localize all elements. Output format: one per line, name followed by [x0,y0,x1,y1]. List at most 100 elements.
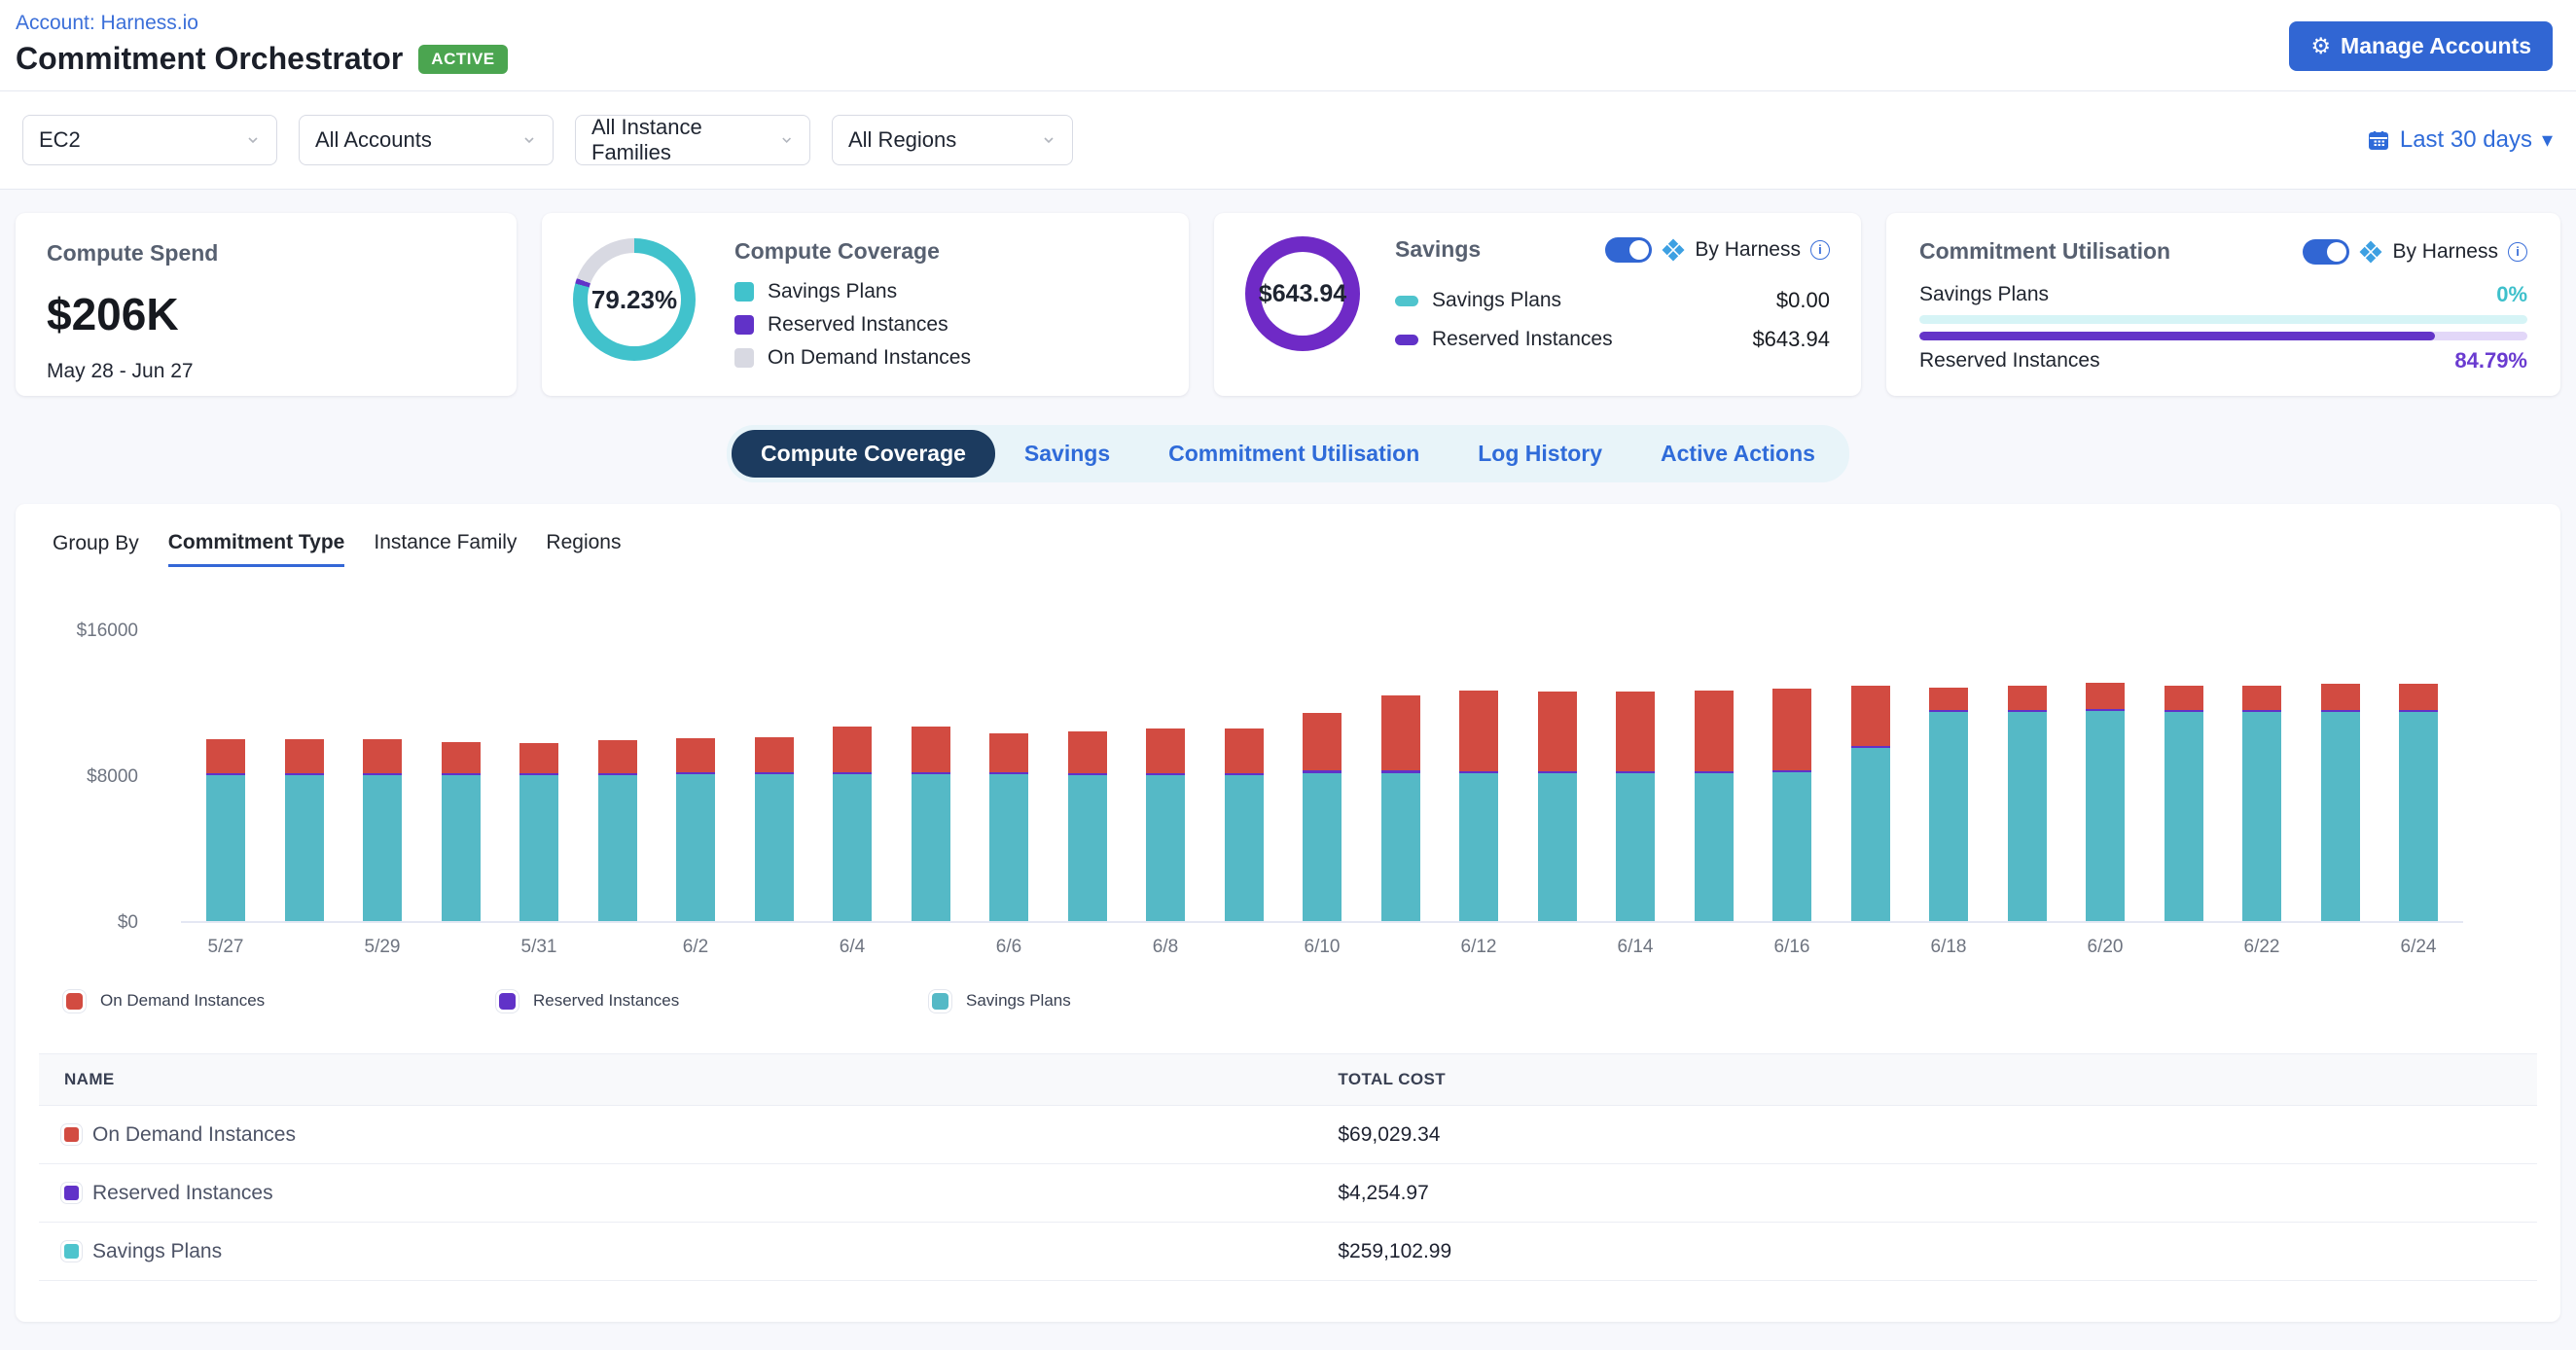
bar-segment [676,774,715,921]
tab-savings[interactable]: Savings [995,430,1139,478]
coverage-legend: Savings PlansReserved InstancesOn Demand… [734,280,971,370]
x-axis-tick-label [2008,937,2047,958]
legend-swatch [932,993,948,1010]
group-by-item-regions[interactable]: Regions [546,531,621,567]
dropdown-value: All Accounts [315,127,432,153]
bar-segment [1303,713,1342,770]
bar-segment [1381,773,1420,921]
bar-segment [912,774,950,921]
utilisation-label-row: Savings Plans0% [1919,282,2527,307]
bar-segment [1929,688,1968,710]
chart-legend-item-reserved-instances[interactable]: Reserved Instances [499,991,932,1011]
column-header-name: NAME [39,1070,1338,1089]
bar-segment [1459,691,1498,770]
bar-6-16 [1772,689,1811,921]
x-axis-tick-label [598,937,637,958]
filter-dropdown-all-accounts[interactable]: All Accounts [299,115,554,165]
account-breadcrumb-link[interactable]: Account: Harness.io [16,12,508,35]
savings-card: $643.94 Savings By Harness Savings Plans… [1214,213,1861,396]
group-by-item-commitment-type[interactable]: Commitment Type [168,531,345,567]
utilisation-by-harness-toggle[interactable] [2303,239,2349,265]
x-axis-tick-label: 6/14 [1616,937,1655,958]
chart-legend-item-savings-plans[interactable]: Savings Plans [932,991,1365,1011]
row-name-label: Savings Plans [92,1240,222,1263]
group-by-item-instance-family[interactable]: Instance Family [374,531,517,567]
x-axis-tick-label: 5/31 [519,937,558,958]
bar-6-10 [1303,713,1342,921]
bar-segment [598,775,637,921]
info-icon[interactable] [1810,240,1830,260]
bar-segment [2399,712,2438,921]
status-badge: ACTIVE [418,45,507,74]
savings-by-harness-toggle[interactable] [1605,237,1652,263]
caret-down-icon [2542,126,2553,154]
bar-6-2 [676,738,715,921]
bar-segment [2165,686,2203,710]
legend-label: Savings Plans [768,280,897,303]
bar-segment [442,775,481,921]
bar-6-20 [2086,683,2125,921]
bar-6-24 [2399,684,2438,921]
utilisation-row-label: Reserved Instances [1919,349,2100,373]
bar-6-18 [1929,688,1968,921]
row-name-label: On Demand Instances [92,1123,296,1147]
bar-6-15 [1695,691,1734,921]
bar-segment [1929,712,1968,921]
filter-dropdown-all-instance-families[interactable]: All Instance Families [575,115,810,165]
coverage-percentage: 79.23% [573,238,696,361]
tab-compute-coverage[interactable]: Compute Coverage [732,430,995,478]
utilisation-progress-bar [1919,315,2527,324]
info-icon[interactable] [2508,242,2527,262]
bar-6-23 [2321,684,2360,921]
utilisation-row-percent: 0% [2496,282,2527,307]
tab-commitment-utilisation[interactable]: Commitment Utilisation [1139,430,1449,478]
bar-segment [206,775,245,921]
bar-segment [2086,683,2125,709]
filter-dropdown-all-regions[interactable]: All Regions [832,115,1073,165]
manage-accounts-button[interactable]: Manage Accounts [2289,21,2553,71]
tab-active-actions[interactable]: Active Actions [1631,430,1844,478]
bar-5-29 [363,739,402,921]
utilisation-label-row: Reserved Instances 84.79% [1919,348,2527,373]
bar-segment [1225,775,1264,921]
bar-segment [1616,773,1655,921]
x-axis-tick-label [442,937,481,958]
legend-label: Reserved Instances [768,313,948,337]
commitment-orchestrator-page: Account: Harness.io Commitment Orchestra… [0,0,2576,1350]
bar-segment [2321,684,2360,709]
bar-segment [833,727,872,772]
header-left: Account: Harness.io Commitment Orchestra… [16,12,508,77]
table-row: Reserved Instances$4,254.97 [39,1164,2537,1223]
bar-6-11 [1381,695,1420,922]
tab-log-history[interactable]: Log History [1449,430,1631,478]
chart-legend-item-on-demand-instances[interactable]: On Demand Instances [66,991,499,1011]
row-name-label: Reserved Instances [92,1182,273,1205]
legend-swatch [734,348,754,368]
page-header: Account: Harness.io Commitment Orchestra… [0,0,2576,91]
bar-segment [1851,686,1890,746]
table-cell-total-cost: $69,029.34 [1338,1123,2537,1147]
page-title: Commitment Orchestrator [16,41,403,77]
compute-spend-card: Compute Spend $206K May 28 - Jun 27 [16,213,517,396]
x-axis-tick-label [2321,937,2360,958]
utilisation-row-percent: 84.79% [2454,348,2527,373]
bar-segment [519,775,558,921]
bar-segment [363,775,402,921]
bar-segment [285,739,324,773]
row-color-swatch [64,1244,79,1259]
bar-segment [2008,686,2047,710]
x-axis-tick-label: 5/29 [363,937,402,958]
coverage-details: Compute Coverage Savings PlansReserved I… [734,236,971,373]
utilisation-row: Reserved Instances 84.79% [1919,332,2527,373]
savings-title: Savings [1395,236,1481,263]
compute-coverage-card: 79.23% Compute Coverage Savings PlansRes… [542,213,1189,396]
bar-segment [519,743,558,773]
by-harness-label: By Harness [1695,238,1801,262]
calendar-icon [2367,128,2390,152]
savings-row-value: $643.94 [1752,327,1830,352]
cost-table: NAME TOTAL COST On Demand Instances$69,0… [39,1053,2537,1281]
compute-spend-title: Compute Spend [47,240,485,266]
filter-dropdown-ec2[interactable]: EC2 [22,115,277,165]
date-range-picker[interactable]: Last 30 days [2367,126,2553,154]
utilisation-head-row: Commitment Utilisation By Harness [1919,238,2527,265]
